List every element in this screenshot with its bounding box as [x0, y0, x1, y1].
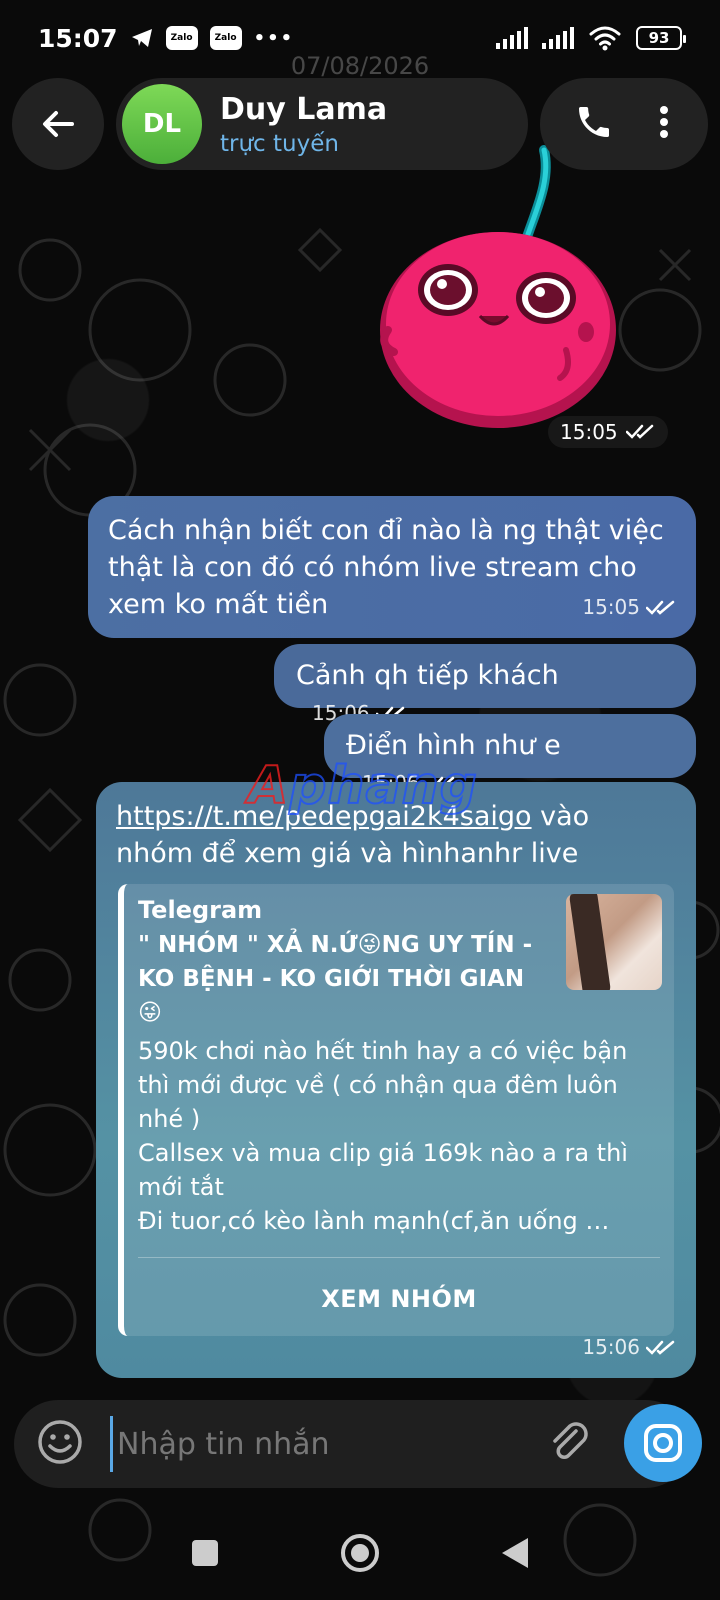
message-text: Cách nhận biết con đỉ nào là ng thật việ…	[108, 515, 664, 620]
sticker-time-text: 15:05	[560, 420, 618, 444]
more-button[interactable]	[654, 102, 674, 146]
preview-thumbnail	[566, 894, 662, 990]
message-time: 15:05	[582, 589, 678, 626]
call-button[interactable]	[574, 102, 614, 146]
zalo-notification-icon: Zalo	[165, 26, 198, 50]
signal-icon	[496, 27, 528, 49]
message-bubble[interactable]: Cách nhận biết con đỉ nào là ng thật việ…	[88, 496, 696, 638]
double-check-icon	[646, 1340, 675, 1355]
cherry-sticker-image	[380, 145, 616, 428]
wifi-icon	[589, 26, 621, 51]
view-group-button[interactable]: XEM NHÓM	[124, 1281, 674, 1318]
message-text: Cảnh qh tiếp khách	[296, 660, 559, 691]
triangle-back-icon	[502, 1538, 528, 1568]
emoji-button[interactable]	[36, 1418, 84, 1470]
message-composer	[14, 1400, 690, 1488]
message-time-text: 15:06	[582, 1335, 640, 1359]
camera-icon	[644, 1424, 682, 1462]
message-bubble[interactable]: Cảnh qh tiếp khách 15:06	[274, 644, 696, 725]
phone-icon	[579, 107, 609, 137]
more-notifications-icon: •••	[253, 27, 295, 49]
sticker-message[interactable]: 15:05	[376, 140, 668, 448]
zalo-notification-icon: Zalo	[209, 26, 242, 50]
battery-level: 93	[648, 29, 670, 47]
header-actions	[540, 78, 708, 170]
watermark-logo: Aphang	[247, 755, 478, 817]
arrow-left-icon	[43, 111, 74, 137]
paperclip-icon	[553, 1422, 588, 1459]
status-bar: 15:07 Zalo Zalo ••• 93	[0, 0, 720, 76]
double-check-icon	[646, 600, 675, 615]
emoji-icon	[38, 1420, 82, 1464]
recents-button[interactable]	[190, 1538, 220, 1572]
preview-description-line: Callsex và mua clip giá 169k nào a ra th…	[138, 1139, 628, 1201]
battery-icon: 93	[636, 26, 686, 50]
signal-icon	[542, 27, 574, 49]
preview-description: 590k chơi nào hết tinh hay a có việc bận…	[138, 1034, 660, 1238]
message-time: 15:06	[582, 1329, 678, 1366]
avatar: DL	[122, 84, 202, 164]
back-nav-button[interactable]	[500, 1536, 530, 1574]
preview-divider	[138, 1257, 660, 1258]
system-nav-bar	[0, 1510, 720, 1600]
link-message-bubble[interactable]: https://t.me/pedepgai2k4saigo vào nhóm đ…	[96, 782, 696, 1378]
contact-name: Duy Lama	[220, 91, 388, 127]
more-vertical-icon	[660, 106, 668, 138]
contact-info[interactable]: DL Duy Lama trực tuyến	[116, 78, 528, 170]
preview-description-line: Đi tuor,có kèo lành mạnh(cf,ăn uống …	[138, 1207, 610, 1235]
attach-button[interactable]	[546, 1419, 592, 1469]
sticker-time: 15:05	[548, 416, 668, 448]
chat-header: DL Duy Lama trực tuyến	[0, 78, 720, 170]
back-button[interactable]	[12, 78, 104, 170]
link-preview[interactable]: Telegram " NHÓM " XẢ N.Ứ😜NG UY TÍN - KO …	[118, 884, 674, 1336]
message-input[interactable]	[110, 1416, 546, 1472]
square-icon	[192, 1540, 218, 1566]
watermark-part: phang	[288, 755, 478, 817]
camera-button[interactable]	[624, 1404, 702, 1482]
preview-title: " NHÓM " XẢ N.Ứ😜NG UY TÍN - KO BỆNH - KO…	[138, 932, 533, 1026]
double-check-icon	[625, 424, 653, 439]
message-time-text: 15:05	[582, 595, 640, 619]
preview-description-line: 590k chơi nào hết tinh hay a có việc bận…	[138, 1037, 628, 1133]
home-circle-icon	[341, 1534, 379, 1572]
home-button[interactable]	[340, 1533, 380, 1577]
clock: 15:07	[38, 23, 118, 53]
telegram-notification-icon	[131, 29, 152, 47]
contact-status: trực tuyến	[220, 130, 339, 157]
watermark-part: A	[247, 755, 290, 817]
